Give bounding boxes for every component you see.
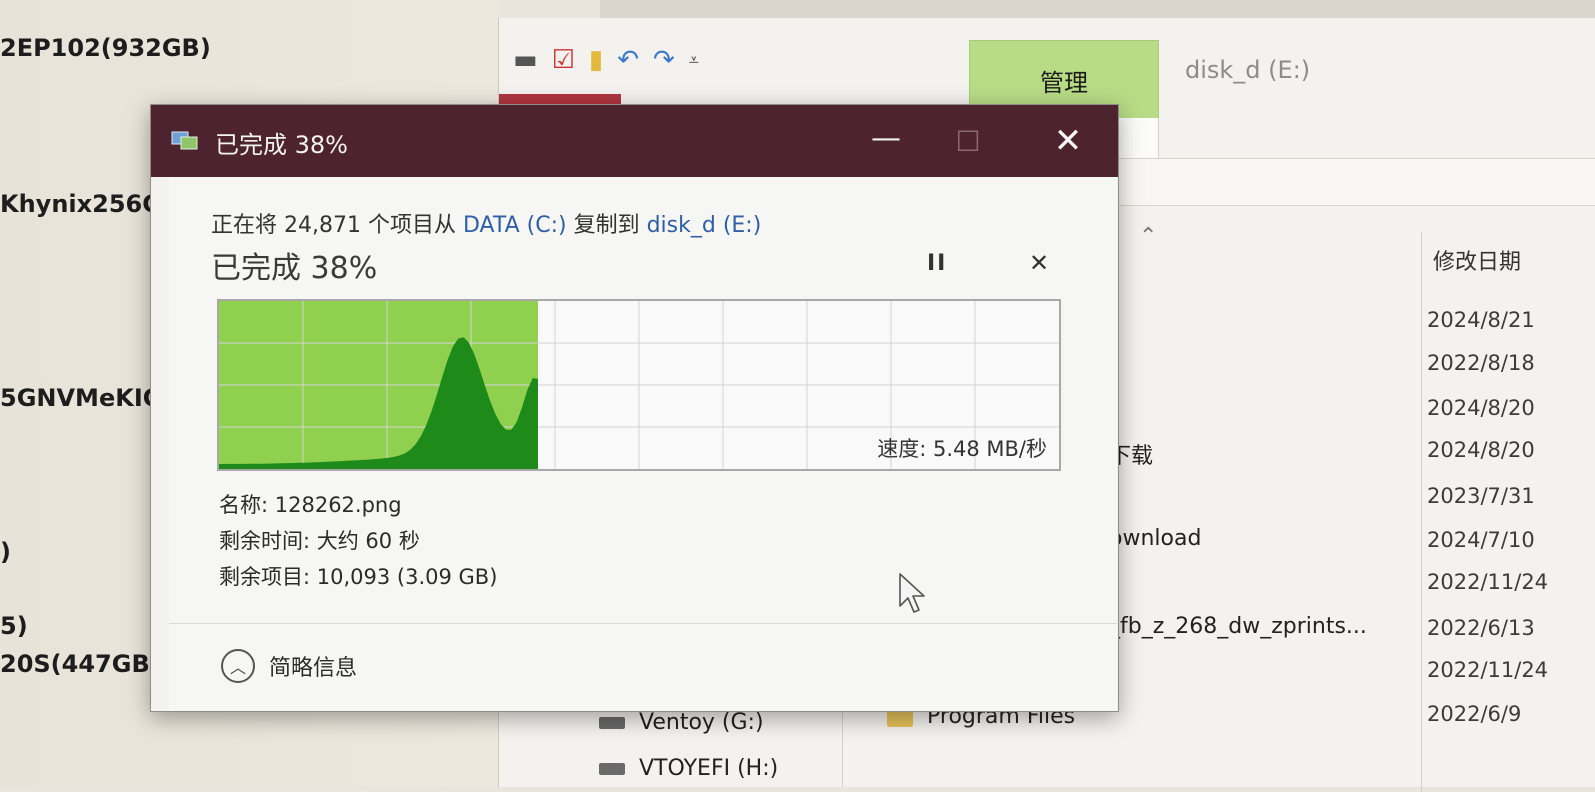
usb-drive-icon bbox=[599, 717, 625, 729]
file-date: 2022/11/24 bbox=[1427, 658, 1549, 682]
file-date: 2024/8/21 bbox=[1427, 308, 1535, 332]
file-date: 2022/6/9 bbox=[1427, 702, 1522, 726]
copy-description: 正在将 24,871 个项目从 DATA (C:) 复制到 disk_d (E:… bbox=[211, 207, 761, 239]
chevron-up-icon: ︿ bbox=[221, 649, 255, 683]
nav-drive-ventoy[interactable]: Ventoy (G:) bbox=[599, 710, 764, 735]
progress-heading: 已完成 38% bbox=[211, 251, 378, 286]
destination-link[interactable]: disk_d (E:) bbox=[647, 213, 762, 238]
items-remaining: 剩余项目: 10,093 (3.09 GB) bbox=[219, 565, 498, 589]
mouse-pointer-icon bbox=[899, 573, 925, 613]
current-file-name: 名称: 128262.png bbox=[219, 493, 402, 517]
file-date: 2022/8/18 bbox=[1427, 351, 1535, 375]
left-drive-item[interactable]: 2EP102(932GB) bbox=[0, 34, 211, 62]
ribbon-location-title: disk_d (E:) bbox=[1185, 56, 1311, 84]
close-button[interactable]: ✕ bbox=[1033, 119, 1103, 165]
explorer-titlebar bbox=[600, 0, 1595, 19]
file-date: 2022/11/24 bbox=[1427, 570, 1549, 594]
usb-drive-icon bbox=[599, 763, 625, 775]
drive-label: Ventoy (G:) bbox=[639, 710, 764, 735]
copy-files-icon bbox=[171, 131, 198, 150]
drive-icon[interactable]: ▬ bbox=[513, 45, 538, 75]
properties-icon[interactable]: ☑ bbox=[552, 45, 575, 75]
file-date: 2022/6/13 bbox=[1427, 616, 1535, 640]
left-drive-item[interactable]: Khynix256G bbox=[0, 190, 162, 218]
file-date: 2024/8/20 bbox=[1427, 438, 1535, 462]
copy-progress-dialog: 已完成 38% — ☐ ✕ 正在将 24,871 个项目从 DATA (C:) … bbox=[150, 104, 1119, 712]
dialog-title: 已完成 38% bbox=[215, 131, 348, 159]
copy-prefix: 正在将 24,871 个项目从 bbox=[211, 213, 463, 238]
time-remaining: 剩余时间: 大约 60 秒 bbox=[219, 529, 420, 553]
undo-icon[interactable]: ↶ bbox=[617, 45, 639, 75]
footer-divider bbox=[169, 623, 1117, 624]
less-details-toggle[interactable]: ︿ 简略信息 bbox=[221, 649, 357, 683]
redo-icon[interactable]: ↷ bbox=[653, 45, 675, 75]
minimize-button[interactable]: — bbox=[851, 119, 921, 165]
left-drive-item[interactable]: 5) bbox=[0, 612, 28, 640]
sort-caret-icon[interactable]: ⌃ bbox=[1139, 224, 1157, 249]
source-link[interactable]: DATA (C:) bbox=[463, 213, 567, 238]
customize-toolbar-icon[interactable]: ⩡ bbox=[689, 50, 699, 71]
drive-label: VTOYEFI (H:) bbox=[639, 756, 779, 781]
speed-label: 速度: 5.48 MB/秒 bbox=[877, 437, 1047, 461]
column-divider bbox=[1421, 232, 1422, 792]
nav-drive-vtoyefi[interactable]: VTOYEFI (H:) bbox=[599, 756, 778, 781]
dialog-body: 正在将 24,871 个项目从 DATA (C:) 复制到 disk_d (E:… bbox=[169, 177, 1117, 711]
transfer-speed-graph: 速度: 5.48 MB/秒 bbox=[217, 299, 1061, 471]
dialog-titlebar[interactable]: 已完成 38% — ☐ ✕ bbox=[151, 105, 1118, 177]
new-folder-icon[interactable]: ▮ bbox=[589, 45, 603, 75]
file-date: 2024/8/20 bbox=[1427, 396, 1535, 420]
maximize-button[interactable]: ☐ bbox=[933, 119, 1003, 165]
left-drive-item[interactable]: 20S(447GB) bbox=[0, 650, 161, 678]
quick-access-toolbar: ▬ ☑ ▮ ↶ ↷ ⩡ bbox=[513, 40, 699, 80]
left-drive-item[interactable]: 5GNVMeKIC bbox=[0, 384, 160, 412]
pause-button[interactable]: II bbox=[927, 251, 947, 276]
column-header-date[interactable]: 修改日期 bbox=[1433, 244, 1521, 276]
details-toggle-label: 简略信息 bbox=[269, 656, 358, 681]
file-date: 2024/7/10 bbox=[1427, 528, 1535, 552]
copy-middle: 复制到 bbox=[566, 213, 647, 238]
file-date: 2023/7/31 bbox=[1427, 484, 1535, 508]
left-drive-item[interactable]: ) bbox=[0, 538, 11, 566]
cancel-copy-button[interactable]: ✕ bbox=[1029, 249, 1049, 277]
